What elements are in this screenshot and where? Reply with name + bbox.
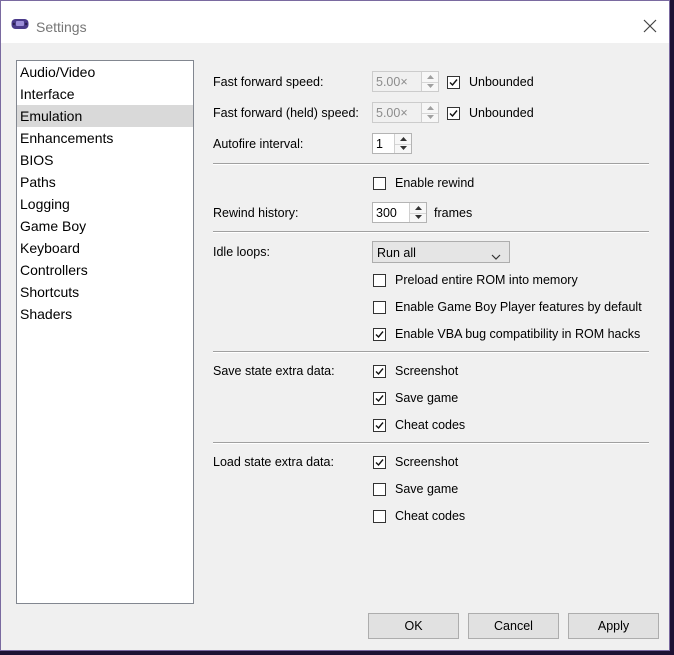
- enable-rewind-checkbox[interactable]: Enable rewind: [373, 176, 474, 190]
- check-icon: [447, 75, 460, 89]
- sidebar-item-shortcuts[interactable]: Shortcuts: [17, 281, 193, 303]
- rewind-history-label: Rewind history:: [213, 206, 299, 220]
- save-state-save-game-checkbox[interactable]: Save game: [373, 391, 458, 405]
- settings-category-list[interactable]: Audio/Video Interface Emulation Enhancem…: [16, 60, 194, 604]
- chevron-down-icon: [491, 249, 501, 263]
- load-state-label: Load state extra data:: [213, 455, 334, 469]
- ok-button[interactable]: OK: [368, 613, 459, 639]
- save-state-cheat-codes-label: Cheat codes: [395, 418, 466, 432]
- rewind-history-value: 300: [376, 206, 397, 220]
- apply-button[interactable]: Apply: [568, 613, 659, 639]
- load-state-cheat-codes-checkbox[interactable]: Cheat codes: [373, 509, 465, 523]
- rewind-history-spinbox[interactable]: 300: [372, 202, 427, 223]
- separator: [213, 442, 649, 444]
- sidebar-item-enhancements[interactable]: Enhancements: [17, 127, 193, 149]
- save-state-cheat-codes-checkbox[interactable]: Cheat codes: [373, 418, 465, 432]
- save-state-save-game-label: Save game: [395, 391, 459, 405]
- gamepad-icon: [11, 18, 29, 30]
- fast-forward-held-speed-spinbox[interactable]: 5.00×: [372, 102, 439, 123]
- check-icon: [373, 391, 386, 405]
- idle-loops-label: Idle loops:: [213, 245, 270, 259]
- gb-player-label: Enable Game Boy Player features by defau…: [395, 300, 642, 314]
- sidebar-item-controllers[interactable]: Controllers: [17, 259, 193, 281]
- sidebar-item-game-boy[interactable]: Game Boy: [17, 215, 193, 237]
- check-icon: [373, 509, 386, 523]
- window-title: Settings: [36, 19, 87, 35]
- check-icon: [373, 364, 386, 378]
- autofire-interval-spinbox[interactable]: 1: [372, 133, 412, 154]
- fast-forward-held-speed-label: Fast forward (held) speed:: [213, 106, 359, 120]
- vba-bug-checkbox[interactable]: Enable VBA bug compatibility in ROM hack…: [373, 327, 640, 341]
- fast-forward-held-speed-value: 5.00×: [376, 106, 408, 120]
- separator: [213, 231, 649, 233]
- sidebar-item-shaders[interactable]: Shaders: [17, 303, 193, 325]
- sidebar-item-audio-video[interactable]: Audio/Video: [17, 61, 193, 83]
- preload-rom-checkbox[interactable]: Preload entire ROM into memory: [373, 273, 578, 287]
- sidebar-item-bios[interactable]: BIOS: [17, 149, 193, 171]
- sidebar-item-paths[interactable]: Paths: [17, 171, 193, 193]
- arrow-down-icon[interactable]: [395, 144, 411, 154]
- check-icon: [373, 273, 386, 287]
- sidebar-item-emulation[interactable]: Emulation: [17, 105, 193, 127]
- sidebar-item-keyboard[interactable]: Keyboard: [17, 237, 193, 259]
- sidebar-item-logging[interactable]: Logging: [17, 193, 193, 215]
- save-state-label: Save state extra data:: [213, 364, 335, 378]
- check-icon: [447, 106, 460, 120]
- fast-forward-speed-label: Fast forward speed:: [213, 75, 324, 89]
- check-icon: [373, 418, 386, 432]
- save-state-screenshot-checkbox[interactable]: Screenshot: [373, 364, 458, 378]
- fast-forward-unbounded-checkbox[interactable]: Unbounded: [447, 75, 534, 89]
- autofire-interval-value: 1: [376, 137, 383, 151]
- load-state-save-game-label: Save game: [395, 482, 459, 496]
- arrow-down-icon[interactable]: [422, 82, 438, 92]
- gb-player-checkbox[interactable]: Enable Game Boy Player features by defau…: [373, 300, 642, 314]
- separator: [213, 351, 649, 353]
- check-icon: [373, 482, 386, 496]
- sidebar-item-interface[interactable]: Interface: [17, 83, 193, 105]
- preload-rom-label: Preload entire ROM into memory: [395, 273, 578, 287]
- separator: [213, 163, 649, 165]
- fast-forward-unbounded-label: Unbounded: [469, 75, 534, 89]
- vba-bug-label: Enable VBA bug compatibility in ROM hack…: [395, 327, 641, 341]
- arrow-down-icon[interactable]: [410, 213, 426, 223]
- check-icon: [373, 300, 386, 314]
- fast-forward-speed-value: 5.00×: [376, 75, 408, 89]
- title-bar: Settings: [1, 1, 669, 43]
- check-icon: [373, 455, 386, 469]
- load-state-screenshot-checkbox[interactable]: Screenshot: [373, 455, 458, 469]
- close-icon[interactable]: [639, 15, 661, 37]
- enable-rewind-label: Enable rewind: [395, 176, 475, 190]
- settings-window: Settings Audio/Video Interface Emulation…: [0, 0, 670, 651]
- fast-forward-speed-spinbox[interactable]: 5.00×: [372, 71, 439, 92]
- load-state-cheat-codes-label: Cheat codes: [395, 509, 466, 523]
- arrow-down-icon[interactable]: [422, 113, 438, 123]
- cancel-button[interactable]: Cancel: [468, 613, 559, 639]
- idle-loops-value: Run all: [377, 246, 416, 260]
- load-state-save-game-checkbox[interactable]: Save game: [373, 482, 458, 496]
- rewind-history-unit: frames: [434, 206, 473, 220]
- save-state-screenshot-label: Screenshot: [395, 364, 459, 378]
- fast-forward-held-unbounded-label: Unbounded: [469, 106, 534, 120]
- autofire-interval-label: Autofire interval:: [213, 137, 304, 151]
- check-icon: [373, 327, 386, 341]
- idle-loops-dropdown[interactable]: Run all: [372, 241, 510, 263]
- check-icon: [373, 176, 386, 190]
- load-state-screenshot-label: Screenshot: [395, 455, 459, 469]
- fast-forward-held-unbounded-checkbox[interactable]: Unbounded: [447, 106, 534, 120]
